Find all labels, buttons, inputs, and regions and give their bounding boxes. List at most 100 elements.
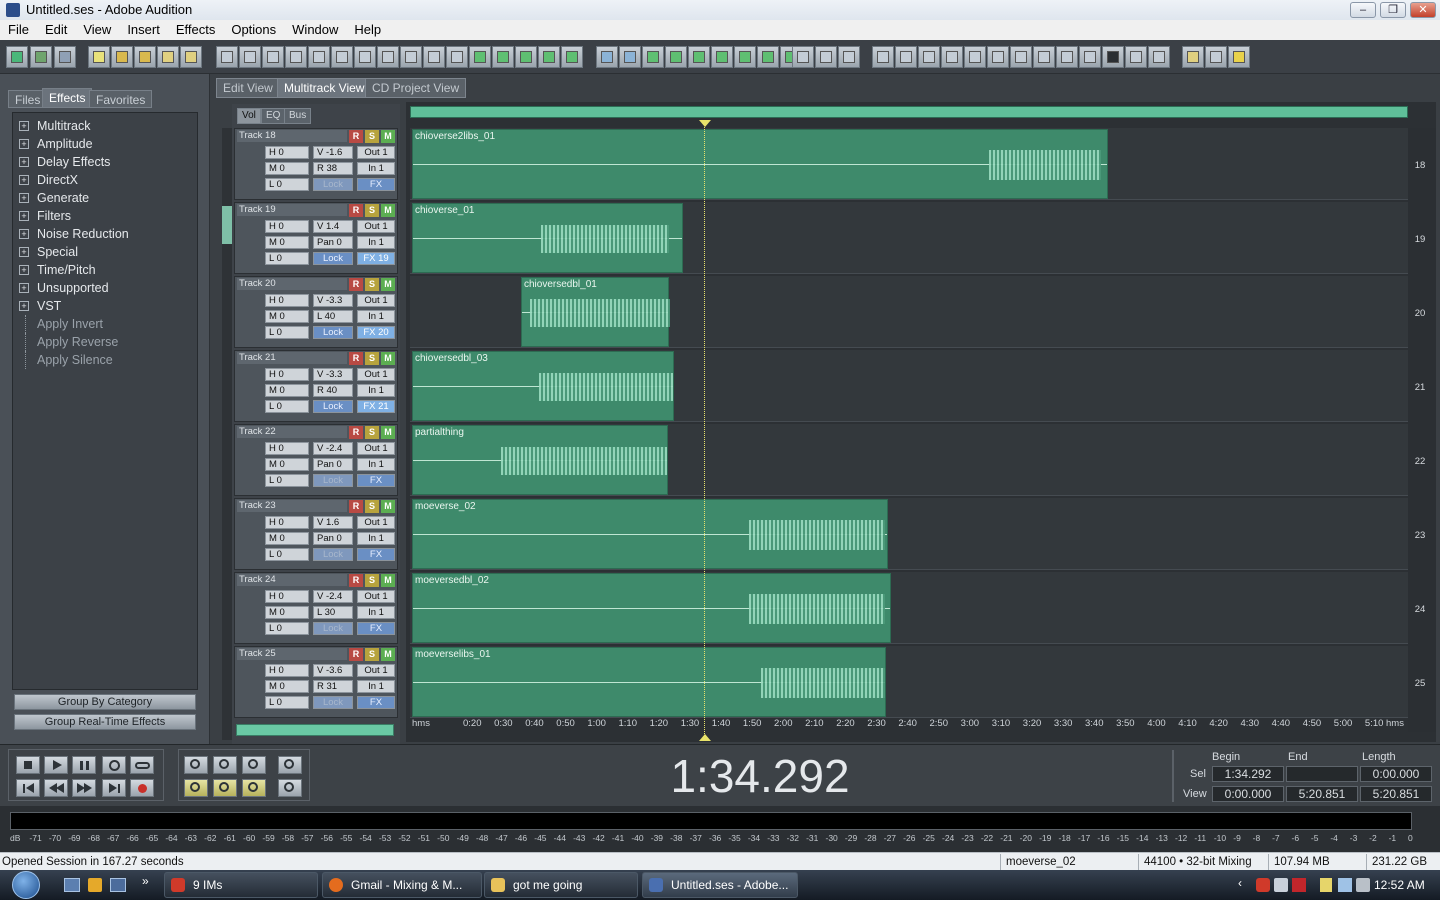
tab-multitrack-view[interactable]: Multitrack View (277, 78, 372, 98)
undo-icon[interactable] (216, 46, 238, 68)
open-append-icon[interactable] (134, 46, 156, 68)
output-button[interactable]: Out 1 (357, 220, 395, 233)
fx-button[interactable]: FX (357, 696, 395, 709)
audio-clip[interactable]: chioversedbl_03 (412, 351, 674, 421)
solo-button[interactable]: S (365, 130, 379, 143)
audio-clip[interactable]: moeverselibs_01 (412, 647, 886, 717)
output-button[interactable]: Out 1 (357, 146, 395, 159)
fx-icon[interactable] (688, 46, 710, 68)
save-as-icon[interactable] (180, 46, 202, 68)
volume-field[interactable]: V -2.4 (313, 590, 353, 603)
output-button[interactable]: Out 1 (357, 590, 395, 603)
menu-insert[interactable]: Insert (119, 20, 168, 40)
solo-button[interactable]: S (365, 648, 379, 661)
m-field[interactable]: M 0 (265, 606, 309, 619)
sel-end-field[interactable] (1286, 766, 1358, 782)
input-button[interactable]: In 1 (357, 236, 395, 249)
time-tool-icon[interactable] (815, 46, 837, 68)
fx-button[interactable]: FX (357, 548, 395, 561)
solo-button[interactable]: S (365, 204, 379, 217)
switch-windows-icon[interactable] (110, 878, 126, 892)
zoom-to-right-icon[interactable] (213, 779, 237, 797)
time-ruler[interactable]: hms 0:20 0:30 0:40 0:50 1:00 1:10 1:20 1:30 1:40 1… (410, 718, 1408, 732)
clip-icon[interactable] (262, 46, 284, 68)
tab-cd-project-view[interactable]: CD Project View (365, 78, 467, 98)
expand-plus-icon[interactable]: + (19, 283, 29, 293)
zoom-to-selection-icon[interactable] (242, 779, 266, 797)
mute-button[interactable]: M (381, 426, 395, 439)
pan-field[interactable]: R 40 (313, 384, 353, 397)
zoom-out-vertical-icon[interactable] (278, 779, 302, 797)
mute-button[interactable]: M (381, 130, 395, 143)
mute-button[interactable]: M (381, 500, 395, 513)
effects-tree-item[interactable]: + Noise Reduction (13, 225, 197, 243)
view-end-field[interactable]: 5:20.851 (1286, 786, 1358, 802)
input-button[interactable]: In 1 (357, 532, 395, 545)
effects-tree-item[interactable]: + Time/Pitch (13, 261, 197, 279)
loop-icon[interactable] (538, 46, 560, 68)
l-field[interactable]: L 0 (265, 622, 309, 635)
tray-expand-icon[interactable]: ‹ (1238, 876, 1242, 890)
track-panel-scroll[interactable] (236, 724, 394, 736)
h-field[interactable]: H 0 (265, 220, 309, 233)
expand-plus-icon[interactable]: + (19, 265, 29, 275)
save-icon[interactable] (157, 46, 179, 68)
fx-button[interactable]: FX 19 (357, 252, 395, 265)
h-field[interactable]: H 0 (265, 590, 309, 603)
effects-tree-item[interactable]: + Unsupported (13, 279, 197, 297)
track-name[interactable]: Track 25 (237, 648, 347, 660)
h-field[interactable]: H 0 (265, 516, 309, 529)
tab-vol[interactable]: Vol (237, 108, 261, 124)
effects-tree-item[interactable]: + DirectX (13, 171, 197, 189)
pan-field[interactable]: L 40 (313, 310, 353, 323)
mix-icon[interactable] (285, 46, 307, 68)
envelope-icon[interactable] (492, 46, 514, 68)
loop-button[interactable] (130, 756, 154, 774)
zoom-icon[interactable] (1033, 46, 1055, 68)
playhead-top-marker[interactable] (699, 120, 711, 127)
mute-button[interactable]: M (381, 574, 395, 587)
m-field[interactable]: M 0 (265, 310, 309, 323)
output-button[interactable]: Out 1 (357, 368, 395, 381)
minimize-button[interactable]: ‒ (1350, 2, 1376, 18)
expand-plus-icon[interactable]: + (19, 139, 29, 149)
track-lane[interactable]: chioverse_01 (410, 202, 1408, 274)
record-arm-button[interactable]: R (349, 278, 363, 291)
l-field[interactable]: L 0 (265, 696, 309, 709)
copy-icon[interactable] (331, 46, 353, 68)
lock-button[interactable]: Lock (313, 400, 353, 413)
playhead-cursor[interactable] (704, 120, 705, 736)
window-2-icon[interactable] (895, 46, 917, 68)
db-icon[interactable] (619, 46, 641, 68)
input-button[interactable]: In 1 (357, 310, 395, 323)
lock-button[interactable]: Lock (313, 326, 353, 339)
pan-field[interactable]: R 31 (313, 680, 353, 693)
l-field[interactable]: L 0 (265, 326, 309, 339)
counter-icon[interactable] (1056, 46, 1078, 68)
m-field[interactable]: M 0 (265, 532, 309, 545)
tab-edit-view[interactable]: Edit View (216, 78, 280, 98)
effects-tree-item[interactable]: + Delay Effects (13, 153, 197, 171)
window-6-icon[interactable] (987, 46, 1009, 68)
fx-button[interactable]: FX 21 (357, 400, 395, 413)
open-icon[interactable] (111, 46, 133, 68)
l-field[interactable]: L 0 (265, 252, 309, 265)
snap-icon[interactable] (561, 46, 583, 68)
output-button[interactable]: Out 1 (357, 442, 395, 455)
expand-plus-icon[interactable]: + (19, 301, 29, 311)
stretch-icon[interactable] (515, 46, 537, 68)
play-list-icon[interactable] (1010, 46, 1032, 68)
pan-field[interactable]: R 38 (313, 162, 353, 175)
m-field[interactable]: M 0 (265, 162, 309, 175)
track-lane[interactable]: partialthing (410, 424, 1408, 496)
fx-button[interactable]: FX (357, 622, 395, 635)
volume-field[interactable]: V -3.6 (313, 664, 353, 677)
menu-options[interactable]: Options (223, 20, 284, 40)
menu-window[interactable]: Window (284, 20, 346, 40)
pan-field[interactable]: Pan 0 (313, 458, 353, 471)
select-tool-icon[interactable] (792, 46, 814, 68)
zoom-out-horizontal-icon[interactable] (213, 756, 237, 774)
mute-button[interactable]: M (381, 278, 395, 291)
new-session-icon[interactable] (88, 46, 110, 68)
effects-tree-item[interactable]: + Filters (13, 207, 197, 225)
